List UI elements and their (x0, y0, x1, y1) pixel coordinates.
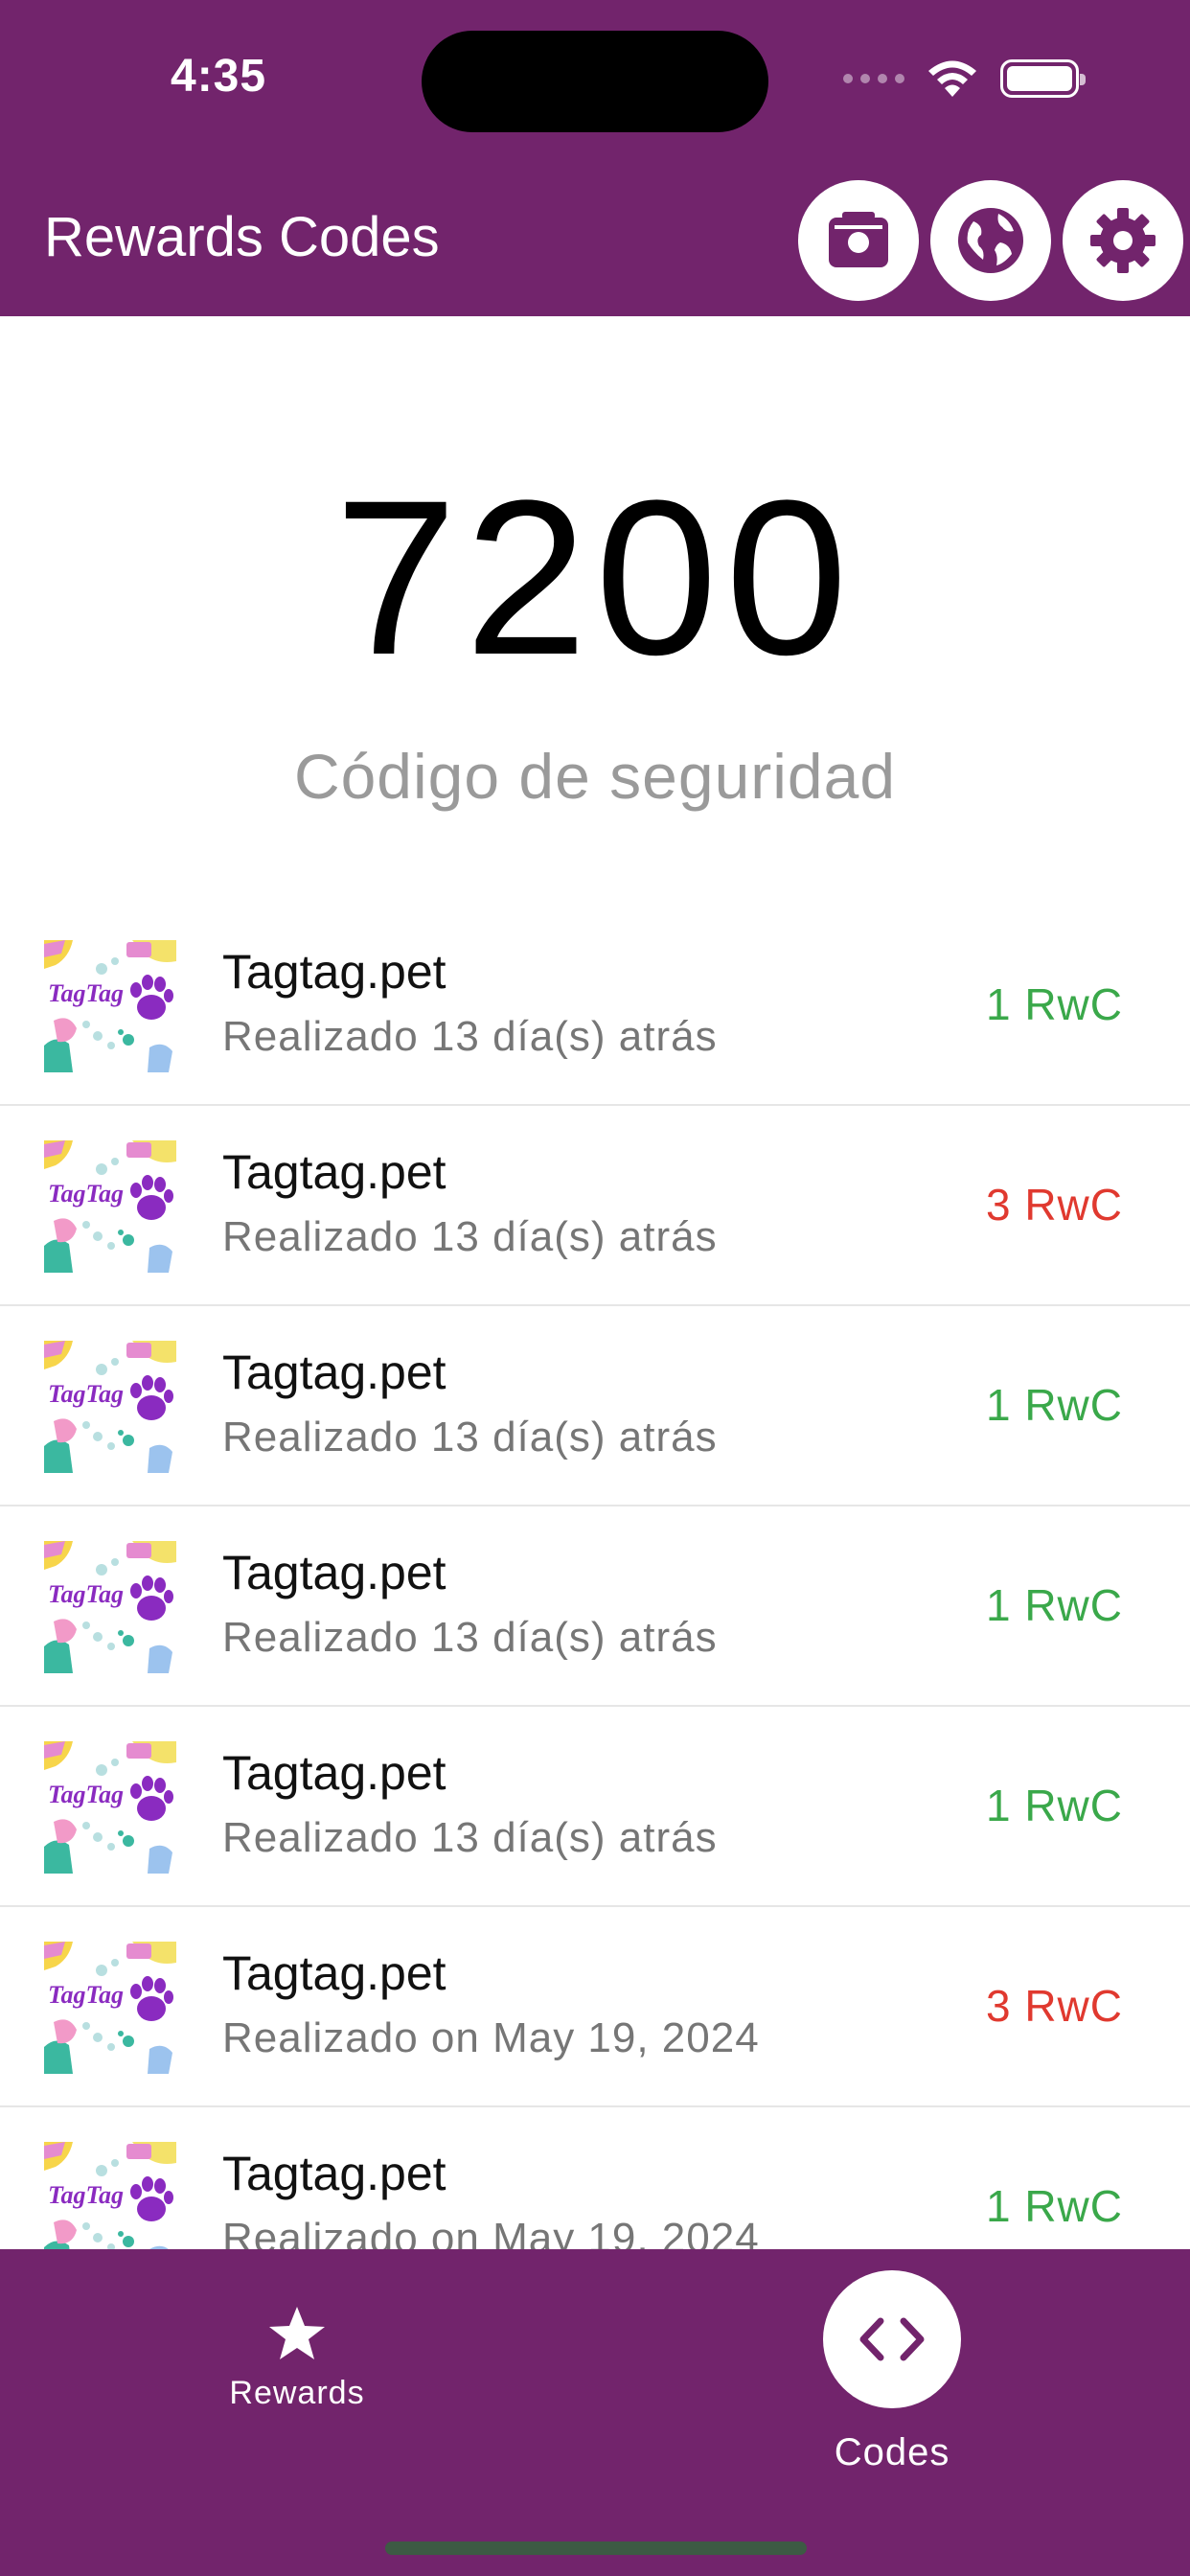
gear-icon (1090, 208, 1156, 273)
tagtag-logo-image: TagTag (44, 1741, 176, 1874)
tagtag-logo-image: TagTag (44, 1140, 176, 1273)
home-indicator (385, 2542, 807, 2555)
list-item[interactable]: TagTag Tagtag.pet Realizado 13 día(s) at… (0, 906, 1190, 1106)
cellular-signal-icon (843, 74, 904, 83)
svg-text:TagTag: TagTag (48, 979, 124, 1007)
merchant-name: Tagtag.pet (222, 945, 446, 999)
merchant-name: Tagtag.pet (222, 1546, 446, 1599)
svg-text:TagTag: TagTag (48, 1180, 124, 1208)
merchant-name: Tagtag.pet (222, 1346, 446, 1399)
tab-codes-label: Codes (834, 2431, 950, 2473)
globe-icon (958, 208, 1023, 273)
status-time: 4:35 (171, 51, 267, 102)
svg-text:TagTag: TagTag (48, 2181, 124, 2209)
wifi-icon (928, 60, 976, 97)
security-code-label: Código de seguridad (293, 741, 897, 812)
redeemed-date: Realizado 13 día(s) atrás (222, 1213, 718, 1260)
svg-text:TagTag: TagTag (48, 1580, 124, 1608)
reward-amount: 1 RwC (985, 2181, 1123, 2231)
list-item[interactable]: TagTag Tagtag.pet Realizado 13 día(s) at… (0, 1306, 1190, 1506)
list-item[interactable]: TagTag Tagtag.pet Realizado 13 día(s) at… (0, 1506, 1190, 1707)
settings-button[interactable] (1063, 180, 1183, 301)
language-button[interactable] (930, 180, 1051, 301)
star-icon (269, 2307, 325, 2359)
reward-amount: 1 RwC (985, 979, 1123, 1029)
redeemed-date: Realizado on May 19, 2024 (222, 2215, 760, 2249)
security-code: 7200 (334, 454, 856, 701)
svg-text:TagTag: TagTag (48, 1380, 124, 1408)
merchant-name: Tagtag.pet (222, 1145, 446, 1199)
list-item[interactable]: TagTag Tagtag.pet Realizado 13 día(s) at… (0, 1707, 1190, 1907)
redeemed-date: Realizado 13 día(s) atrás (222, 1614, 718, 1661)
merchant-name: Tagtag.pet (222, 2147, 446, 2200)
tagtag-logo-image: TagTag (44, 1942, 176, 2074)
app-header: 4:35 Rewards Codes (0, 0, 1190, 316)
reward-amount: 1 RwC (985, 1580, 1123, 1630)
tab-rewards-label: Rewards (229, 2375, 365, 2411)
battery-icon (1000, 59, 1086, 98)
redeemed-date: Realizado 13 día(s) atrás (222, 1013, 718, 1060)
codes-list: TagTag Tagtag.pet Realizado 13 día(s) at… (0, 906, 1190, 2249)
redeemed-date: Realizado 13 día(s) atrás (222, 1814, 718, 1861)
merchant-name: Tagtag.pet (222, 1746, 446, 1800)
list-item[interactable]: TagTag Tagtag.pet Realizado 13 día(s) at… (0, 1106, 1190, 1306)
list-item[interactable]: TagTag Tagtag.pet Realizado on May 19, 2… (0, 1907, 1190, 2107)
list-item[interactable]: TagTag Tagtag.pet Realizado on May 19, 2… (0, 2107, 1190, 2249)
bottom-navigation: Rewards Codes (0, 2249, 1190, 2576)
tagtag-logo-image: TagTag (44, 2142, 176, 2249)
reward-amount: 3 RwC (985, 1180, 1123, 1230)
tab-codes[interactable] (823, 2270, 961, 2408)
status-icons (843, 58, 1086, 100)
redeemed-date: Realizado 13 día(s) atrás (222, 1414, 718, 1460)
code-icon (859, 2317, 925, 2361)
dynamic-island (422, 31, 768, 132)
reward-amount: 3 RwC (985, 1981, 1123, 2031)
tagtag-logo-image: TagTag (44, 940, 176, 1072)
tagtag-logo-image: TagTag (44, 1341, 176, 1473)
redeemed-date: Realizado on May 19, 2024 (222, 2014, 760, 2061)
page-title: Rewards Codes (44, 206, 440, 268)
merchant-name: Tagtag.pet (222, 1946, 446, 2000)
camera-button[interactable] (798, 180, 919, 301)
reward-amount: 1 RwC (985, 1781, 1123, 1830)
svg-text:TagTag: TagTag (48, 1781, 124, 1808)
tagtag-logo-image: TagTag (44, 1541, 176, 1673)
reward-amount: 1 RwC (985, 1380, 1123, 1430)
svg-text:TagTag: TagTag (48, 1981, 124, 2009)
camera-icon (829, 212, 888, 267)
tab-rewards[interactable]: Rewards (201, 2305, 393, 2412)
